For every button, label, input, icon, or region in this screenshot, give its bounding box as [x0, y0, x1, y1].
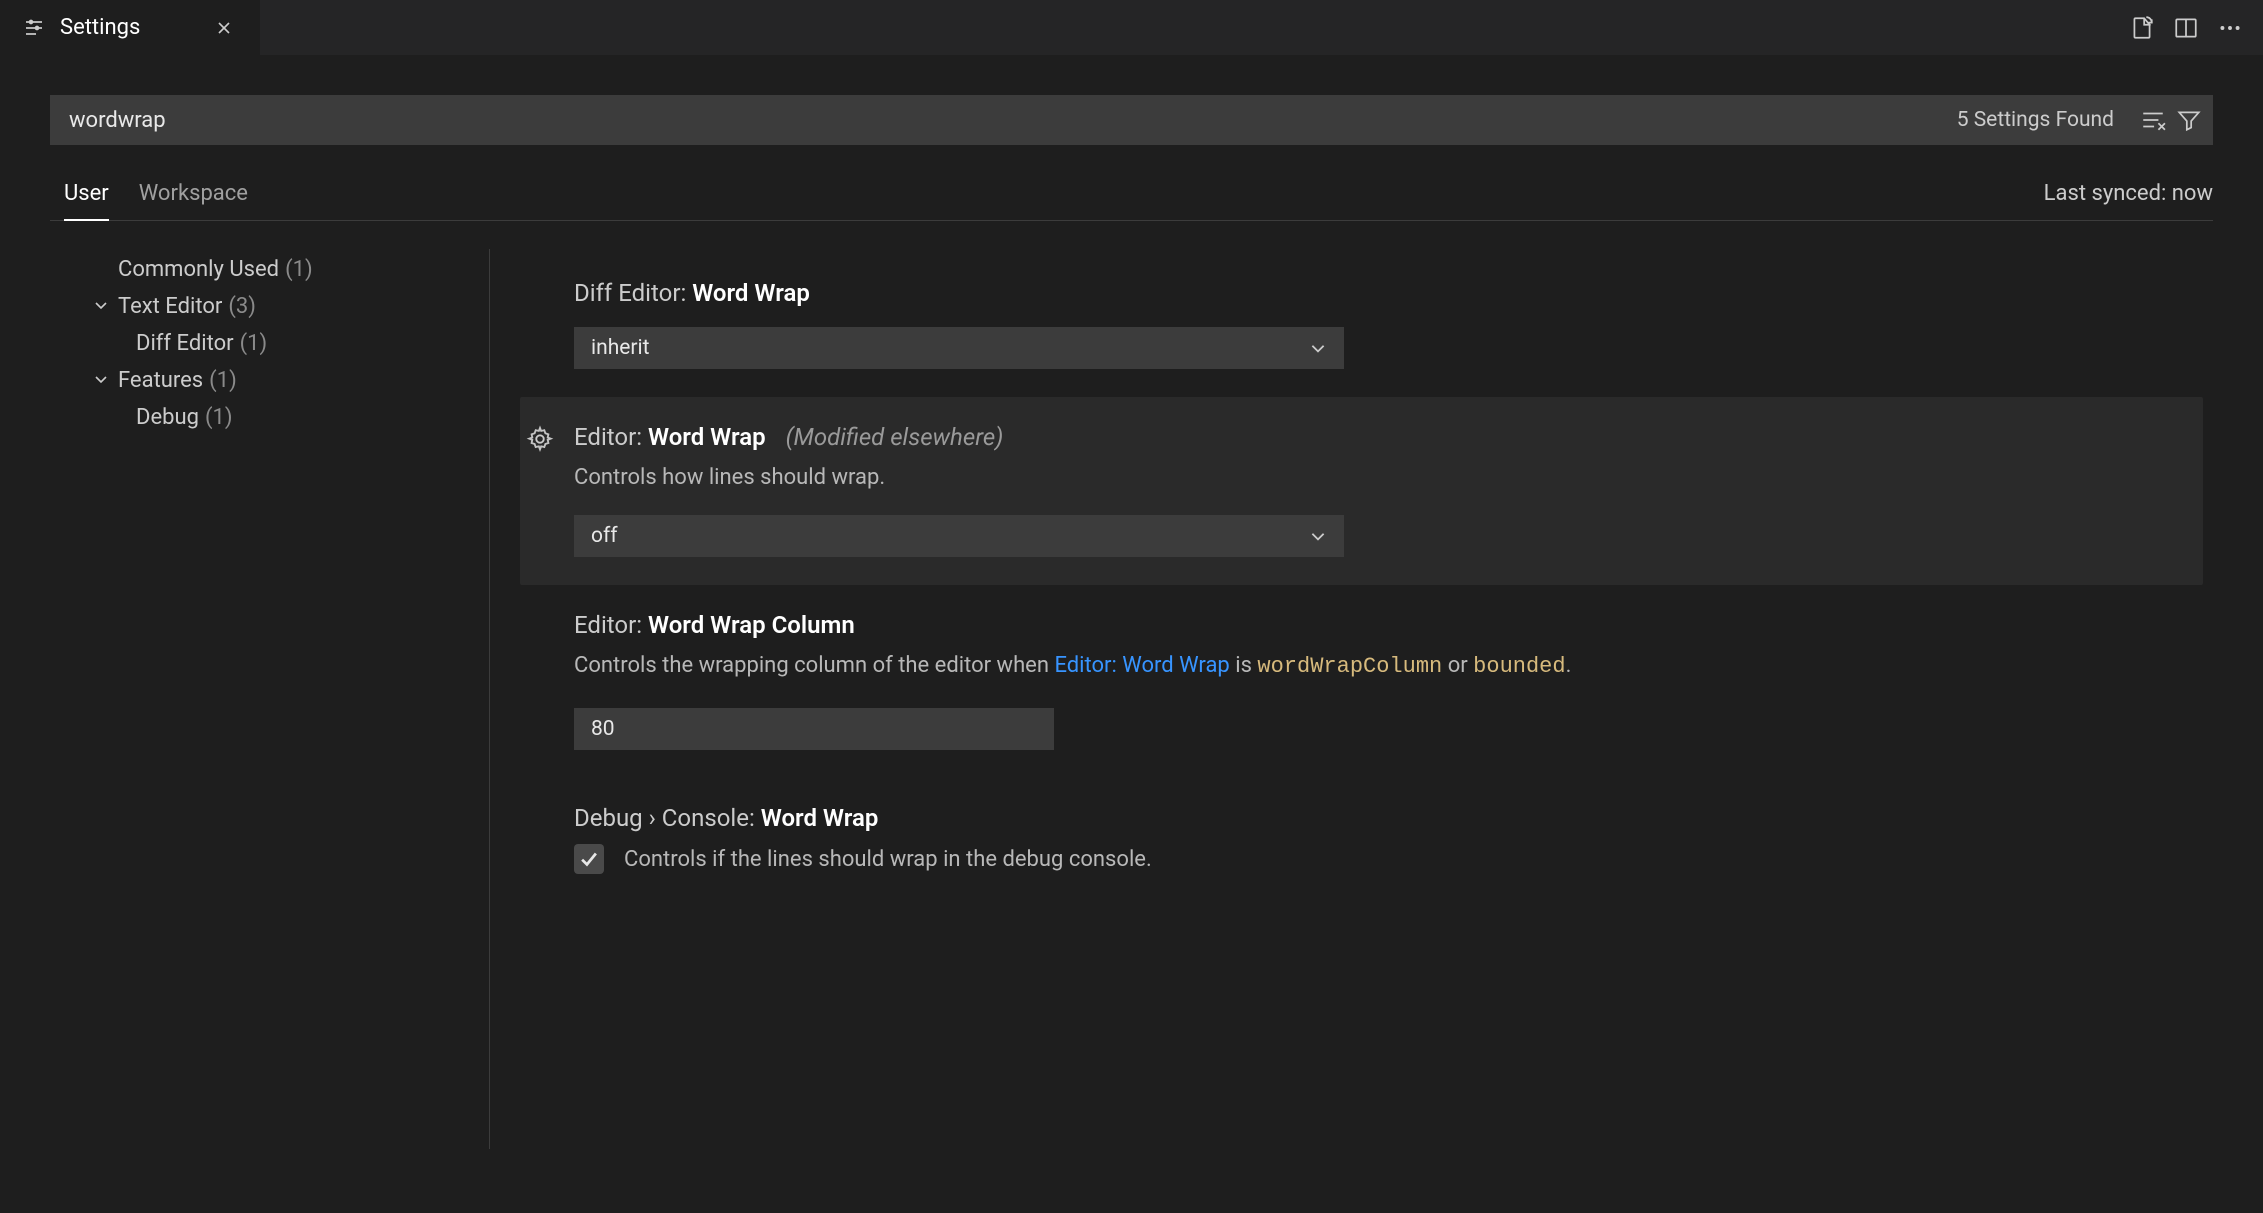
select-value: off: [591, 524, 618, 548]
setting-debug-console-word-wrap: Debug › Console: Word Wrap Controls if t…: [574, 778, 2203, 902]
split-editor-button[interactable]: [2173, 15, 2199, 41]
close-icon: [216, 20, 232, 36]
setting-name: Word Wrap: [692, 279, 810, 307]
toc-count: (1): [285, 257, 313, 282]
setting-description: Controls how lines should wrap.: [574, 461, 2183, 495]
chevron-down-icon: [1309, 527, 1327, 545]
setting-diff-editor-word-wrap: Diff Editor: Word Wrap inherit: [574, 253, 2203, 397]
setting-select-editor-wordwrap[interactable]: off: [574, 515, 1344, 557]
tabbar-actions: [2129, 0, 2263, 55]
open-changes-button[interactable]: [2129, 15, 2155, 41]
more-actions-button[interactable]: [2217, 15, 2243, 41]
setting-scope: Editor:: [574, 423, 648, 451]
setting-scope: Debug › Console:: [574, 804, 761, 832]
toc-debug[interactable]: Debug (1): [50, 399, 489, 436]
setting-name: Word Wrap: [761, 804, 879, 832]
setting-gear-button[interactable]: [526, 425, 554, 453]
filter-icon: [2176, 107, 2202, 133]
search-results-count: 5 Settings Found: [1957, 108, 2114, 132]
chevron-down-icon: [90, 368, 112, 393]
toc-count: (1): [205, 405, 233, 430]
toc-label: Commonly Used: [118, 257, 279, 282]
toc-commonly-used[interactable]: Commonly Used (1): [50, 251, 489, 288]
setting-name: Word Wrap: [648, 423, 766, 451]
ellipsis-icon: [2217, 15, 2243, 41]
toc-label: Debug: [136, 405, 199, 430]
setting-description: Controls the wrapping column of the edit…: [574, 649, 2203, 684]
toc-features[interactable]: Features (1): [50, 362, 489, 399]
setting-name: Word Wrap Column: [648, 611, 855, 639]
setting-link-editor-wordwrap[interactable]: Editor: Word Wrap: [1054, 653, 1229, 678]
setting-modified-note: (Modified elsewhere): [786, 423, 1004, 451]
setting-scope: Diff Editor:: [574, 279, 692, 307]
settings-search-bar: 5 Settings Found: [50, 95, 2213, 145]
sync-status: Last synced: now: [2044, 181, 2213, 220]
tabbar-left: Settings: [0, 0, 260, 55]
settings-scope-tabs: User Workspace: [50, 181, 248, 220]
settings-search-input[interactable]: [69, 108, 1957, 133]
clear-search-button[interactable]: [2140, 107, 2166, 133]
toc-count: (1): [209, 368, 237, 393]
toc-text-editor[interactable]: Text Editor (3): [50, 288, 489, 325]
toc-label: Features: [118, 368, 203, 393]
split-icon: [2173, 15, 2199, 41]
setting-scope: Editor:: [574, 611, 648, 639]
list-clear-icon: [2140, 107, 2166, 133]
settings-scope-row: User Workspace Last synced: now: [50, 181, 2213, 221]
setting-editor-word-wrap-column: Editor: Word Wrap Column Controls the wr…: [574, 585, 2203, 778]
scope-tab-user[interactable]: User: [64, 181, 109, 220]
setting-title: Editor: Word Wrap Column: [574, 611, 2203, 639]
desc-text: .: [1566, 653, 1572, 678]
toc-count: (1): [240, 331, 268, 356]
gear-icon: [526, 425, 554, 453]
setting-title: Editor: Word Wrap (Modified elsewhere): [574, 423, 2183, 451]
select-value: inherit: [591, 336, 650, 360]
setting-select-diff-wordwrap[interactable]: inherit: [574, 327, 1344, 369]
settings-toc: Commonly Used (1) Text Editor (3) Diff E…: [50, 249, 490, 1149]
setting-title: Debug › Console: Word Wrap: [574, 804, 2203, 832]
toc-diff-editor[interactable]: Diff Editor (1): [50, 325, 489, 362]
settings-content: Diff Editor: Word Wrap inherit Editor: W…: [490, 249, 2213, 1149]
settings-editor: 5 Settings Found User Workspace Last syn…: [0, 95, 2263, 1149]
desc-text: Controls the wrapping column of the edit…: [574, 653, 1054, 678]
toc-label: Diff Editor: [136, 331, 234, 356]
settings-list-icon: [22, 16, 46, 40]
code-literal: bounded: [1473, 654, 1565, 679]
setting-editor-word-wrap: Editor: Word Wrap (Modified elsewhere) C…: [520, 397, 2203, 585]
setting-checkbox-row: Controls if the lines should wrap in the…: [574, 844, 2203, 874]
tab-close-button[interactable]: [210, 14, 238, 42]
setting-title: Diff Editor: Word Wrap: [574, 279, 2203, 307]
toc-count: (3): [228, 294, 256, 319]
scope-tab-workspace[interactable]: Workspace: [139, 181, 248, 220]
desc-text: or: [1442, 653, 1473, 678]
open-file-icon: [2129, 15, 2155, 41]
desc-text: is: [1230, 653, 1258, 678]
chevron-down-icon: [1309, 339, 1327, 357]
tab-title: Settings: [60, 15, 140, 40]
setting-checkbox-label: Controls if the lines should wrap in the…: [624, 847, 1152, 872]
setting-input-wordwrap-column[interactable]: [574, 708, 1054, 750]
chevron-down-icon: [90, 294, 112, 319]
setting-checkbox-debug-wordwrap[interactable]: [574, 844, 604, 874]
filter-button[interactable]: [2176, 107, 2202, 133]
tab-settings[interactable]: Settings: [0, 0, 260, 55]
settings-columns: Commonly Used (1) Text Editor (3) Diff E…: [50, 249, 2213, 1149]
editor-tabbar: Settings: [0, 0, 2263, 55]
check-icon: [578, 848, 600, 870]
toc-label: Text Editor: [118, 294, 222, 319]
code-literal: wordWrapColumn: [1257, 654, 1442, 679]
